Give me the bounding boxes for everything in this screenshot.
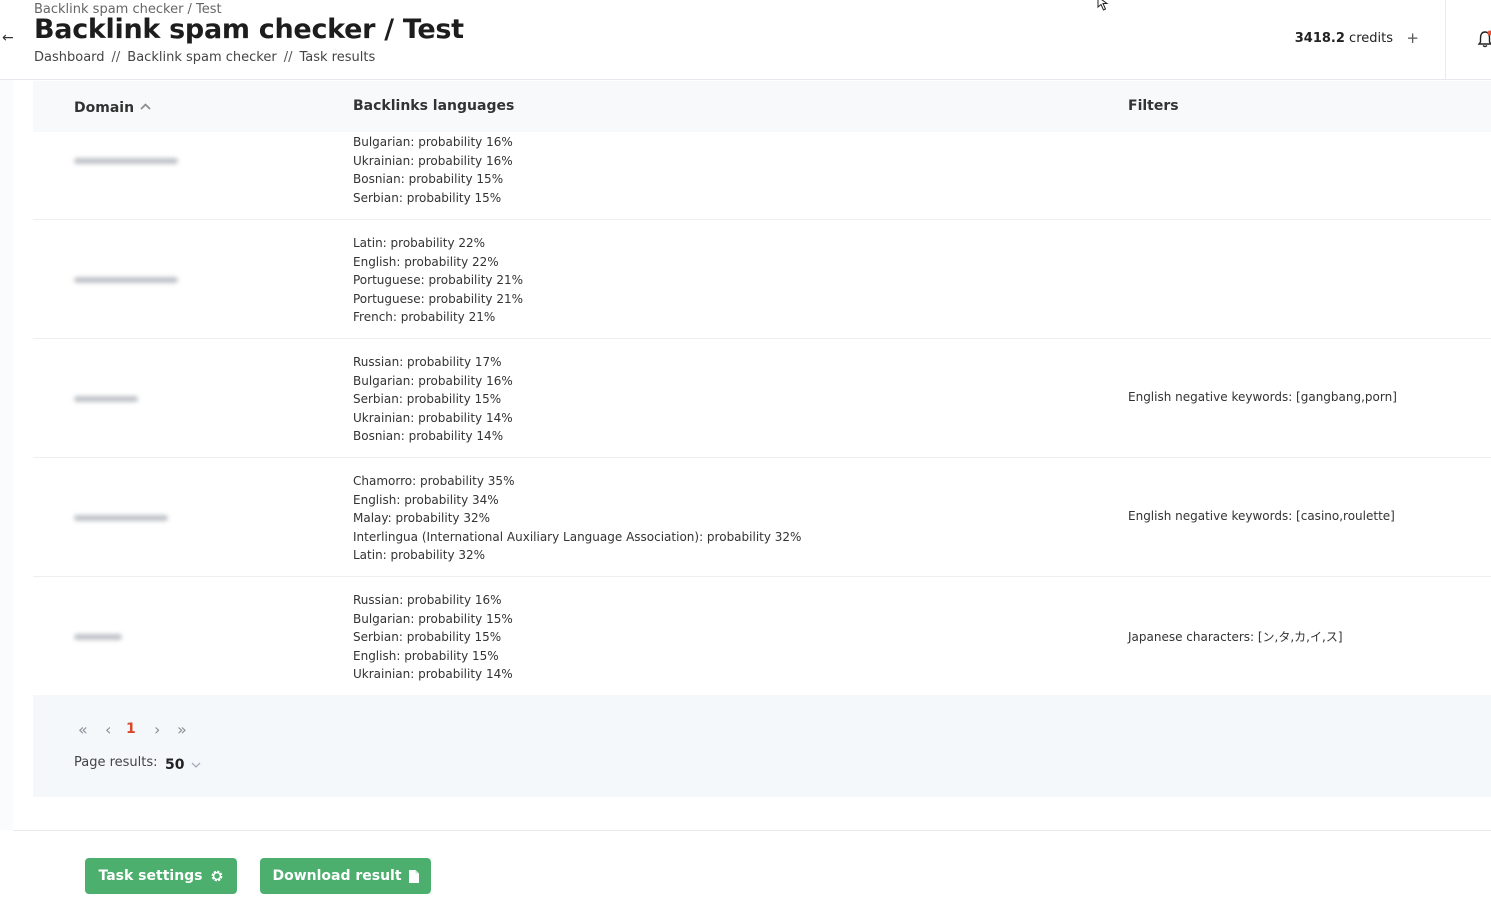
mouse-cursor-icon: [1096, 0, 1112, 11]
credits-unit: credits: [1349, 31, 1393, 46]
table-row: Russian: probability 17% Bulgarian: prob…: [33, 339, 1491, 458]
page-results-select[interactable]: 50: [165, 757, 184, 773]
domain-cell-redacted: [74, 396, 138, 402]
chevron-down-icon[interactable]: [191, 758, 201, 771]
column-header-filters: Filters: [1128, 98, 1179, 114]
language-entry: Ukrainian: probability 14%: [353, 410, 513, 425]
language-entry: Bosnian: probability 14%: [353, 429, 504, 443]
language-entry: Serbian: probability 15%: [353, 630, 502, 644]
language-entry: Portuguese: probability 21%: [353, 273, 524, 287]
table-row: Bulgarian: probability 16% Ukrainian: pr…: [33, 132, 1491, 220]
languages-cell: Latin: probability 22% English: probabil…: [353, 234, 523, 327]
page-results-label: Page results:: [74, 755, 158, 770]
page-title: Backlink spam checker / Test: [34, 14, 464, 45]
language-entry: French: probability 21%: [353, 310, 496, 324]
filter-cell: English negative keywords: [casino,roule…: [1128, 509, 1395, 523]
bell-icon[interactable]: [1477, 30, 1491, 48]
language-entry: Serbian: probability 15%: [353, 190, 502, 205]
column-header-domain-label: Domain: [74, 100, 135, 116]
current-page[interactable]: 1: [126, 721, 136, 737]
language-entry: Bosnian: probability 15%: [353, 172, 504, 186]
download-result-button[interactable]: Download result: [260, 858, 431, 894]
language-entry: English: probability 34%: [353, 492, 499, 507]
language-entry: Interlingua (International Auxiliary Lan…: [353, 529, 802, 544]
language-entry: Serbian: probability 15%: [353, 392, 502, 406]
language-entry: Latin: probability 32%: [353, 548, 486, 562]
languages-cell: Russian: probability 17% Bulgarian: prob…: [353, 353, 513, 446]
left-strip: [0, 80, 13, 830]
table-row: Chamorro: probability 35% English: proba…: [33, 458, 1491, 577]
credits-balance: 3418.2 credits: [1295, 31, 1393, 46]
breadcrumb-task-results: Task results: [299, 50, 376, 65]
task-settings-button[interactable]: Task settings: [85, 858, 237, 894]
language-entry: Bulgarian: probability 15%: [353, 611, 513, 626]
language-entry: English: probability 15%: [353, 648, 499, 663]
breadcrumb-separator: //: [283, 50, 293, 65]
footer-divider: [13, 830, 1491, 831]
credits-value: 3418.2: [1294, 31, 1345, 46]
breadcrumb-separator: //: [111, 50, 121, 65]
domain-cell-redacted: [74, 515, 168, 521]
language-entry: Ukrainian: probability 16%: [353, 153, 513, 168]
filter-cell: Japanese characters: [ン,タ,カ,イ,ス]: [1128, 630, 1343, 644]
task-settings-label: Task settings: [98, 868, 203, 884]
add-credits-button[interactable]: +: [1406, 29, 1419, 47]
breadcrumb-dashboard[interactable]: Dashboard: [34, 50, 105, 65]
first-page-button[interactable]: «: [78, 720, 88, 739]
breadcrumb: Dashboard // Backlink spam checker // Task r…: [34, 50, 375, 65]
language-entry: Russian: probability 16%: [353, 593, 502, 607]
language-entry: English: probability 22%: [353, 254, 499, 269]
top-header: ← Backlink spam checker / Test Backlink …: [0, 0, 1491, 80]
back-arrow-icon[interactable]: ←: [2, 30, 14, 46]
prev-page-button[interactable]: ‹: [105, 720, 111, 739]
language-entry: Portuguese: probability 21%: [353, 291, 524, 306]
chevron-up-icon[interactable]: [140, 98, 151, 114]
languages-cell: Chamorro: probability 35% English: proba…: [353, 472, 801, 565]
domain-cell-redacted: [74, 158, 178, 164]
language-entry: Russian: probability 17%: [353, 355, 502, 369]
language-entry: Chamorro: probability 35%: [353, 474, 515, 488]
domain-cell-redacted: [74, 634, 122, 640]
results-table: Domain Backlinks languages Filters Bulga…: [33, 81, 1491, 797]
download-result-label: Download result: [272, 868, 402, 884]
breadcrumb-backlink-spam-checker[interactable]: Backlink spam checker: [127, 50, 276, 65]
language-entry: Malay: probability 32%: [353, 511, 490, 525]
language-entry: Latin: probability 22%: [353, 236, 486, 250]
languages-cell: Russian: probability 16% Bulgarian: prob…: [353, 591, 513, 684]
pagination: « ‹ 1 › » Page results: 50: [33, 695, 1491, 797]
domain-cell-redacted: [74, 277, 178, 283]
gear-icon: [210, 869, 224, 883]
column-header-languages: Backlinks languages: [353, 98, 515, 114]
language-entry: Ukrainian: probability 14%: [353, 667, 513, 681]
last-page-button[interactable]: »: [177, 720, 187, 739]
filter-cell: English negative keywords: [gangbang,por…: [1128, 390, 1397, 404]
file-icon: [408, 869, 419, 883]
header-divider: [1445, 0, 1446, 80]
table-row: Russian: probability 16% Bulgarian: prob…: [33, 577, 1491, 695]
table-row: Latin: probability 22% English: probabil…: [33, 220, 1491, 339]
languages-cell: Bulgarian: probability 16% Ukrainian: pr…: [353, 133, 513, 207]
next-page-button[interactable]: ›: [154, 720, 160, 739]
language-entry: Bulgarian: probability 16%: [353, 135, 513, 149]
column-header-domain[interactable]: Domain: [74, 98, 151, 116]
language-entry: Bulgarian: probability 16%: [353, 373, 513, 388]
table-header: Domain Backlinks languages Filters: [33, 81, 1491, 132]
